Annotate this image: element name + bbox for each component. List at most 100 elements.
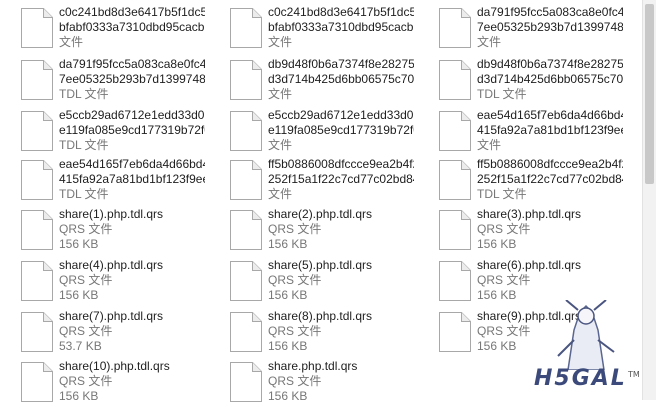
file-icon (20, 312, 54, 352)
file-type: TDL 文件 (59, 187, 109, 201)
scrollbar-thumb[interactable] (645, 4, 654, 184)
file-icon (20, 8, 54, 48)
file-type: QRS 文件 (268, 324, 322, 338)
file-name-cont: 415fa92a7a81bd1bf123f9eea9... (477, 123, 623, 137)
file-name: eae54d165f7eb6da4d66bd4711 (477, 108, 623, 122)
file-name: share(2).php.tdl.qrs (268, 207, 373, 221)
file-name-cont: 252f15a1f22c7cd77c02bd84d4... (477, 172, 623, 186)
file-icon (229, 8, 263, 48)
file-size: 156 KB (59, 237, 99, 251)
file-item[interactable]: da791f95fcc5a083ca8e0fc44624 7ee05325b29… (418, 5, 623, 55)
file-name-cont: d3d714b425d6bb06575c70e9... (268, 72, 414, 86)
file-item[interactable]: share(5).php.tdl.qrs QRS 文件 156 KB (209, 258, 414, 308)
file-item[interactable]: db9d48f0b6a7374f8e2827547b d3d714b425d6b… (418, 57, 623, 107)
file-name: e5ccb29ad6712e1edd33d025c1 (59, 108, 205, 122)
file-type: TDL 文件 (477, 87, 527, 101)
file-name-cont: 7ee05325b293b7d1399748f4d... (59, 72, 205, 86)
file-item[interactable]: share(9).php.tdl.qrs QRS 文件 156 KB (418, 309, 623, 359)
file-item[interactable]: share(10).php.tdl.qrs QRS 文件 156 KB (0, 359, 205, 409)
file-item[interactable]: share(4).php.tdl.qrs QRS 文件 156 KB (0, 258, 205, 308)
file-icon (229, 60, 263, 100)
file-item[interactable]: share(7).php.tdl.qrs QRS 文件 53.7 KB (0, 309, 205, 359)
file-item[interactable]: eae54d165f7eb6da4d66bd4711 415fa92a7a81b… (418, 108, 623, 158)
file-item[interactable]: c0c241bd8d3e6417b5f1dc58c50 bfabf0333a73… (0, 5, 205, 55)
file-type: TDL 文件 (59, 87, 109, 101)
file-name-cont: e119fa085e9cd177319b72f02e... (59, 123, 205, 137)
file-type: 文件 (477, 138, 502, 152)
file-icon (229, 210, 263, 250)
file-icon (20, 210, 54, 250)
file-name-cont: bfabf0333a7310dbd95cacbe6... (268, 20, 414, 34)
file-size: 156 KB (59, 288, 99, 302)
file-name-cont: e119fa085e9cd177319b72f02e... (268, 123, 414, 137)
file-name-cont: 7ee05325b293b7d1399748f4d... (477, 20, 623, 34)
file-name: eae54d165f7eb6da4d66bd4711 (59, 157, 205, 171)
file-type: QRS 文件 (268, 374, 322, 388)
file-name: share(8).php.tdl.qrs (268, 309, 373, 323)
file-type: 文件 (59, 35, 84, 49)
file-name: share(9).php.tdl.qrs (477, 309, 582, 323)
file-name-cont: 415fa92a7a81bd1bf123f9eea9... (59, 172, 205, 186)
file-item[interactable]: ff5b0886008dfccce9ea2b4f2db5 252f15a1f22… (418, 157, 623, 207)
file-icon (20, 261, 54, 301)
file-item[interactable]: share(1).php.tdl.qrs QRS 文件 156 KB (0, 207, 205, 257)
file-name: c0c241bd8d3e6417b5f1dc58c50 (268, 5, 414, 19)
file-name: ff5b0886008dfccce9ea2b4f2db5 (268, 157, 414, 171)
file-icon (438, 60, 472, 100)
file-icon (20, 111, 54, 151)
file-name: db9d48f0b6a7374f8e2827547b (268, 57, 414, 71)
file-name: share(1).php.tdl.qrs (59, 207, 164, 221)
file-type: QRS 文件 (59, 222, 113, 236)
vertical-scrollbar[interactable] (642, 0, 656, 400)
file-name: ff5b0886008dfccce9ea2b4f2db5 (477, 157, 623, 171)
file-type: 文件 (268, 138, 293, 152)
file-name: e5ccb29ad6712e1edd33d025c1 (268, 108, 414, 122)
file-icon (438, 210, 472, 250)
file-name: share.php.tdl.qrs (268, 359, 358, 373)
file-item[interactable]: share.php.tdl.qrs QRS 文件 156 KB (209, 359, 414, 409)
file-size: 156 KB (477, 288, 517, 302)
file-grid: c0c241bd8d3e6417b5f1dc58c50 bfabf0333a73… (0, 0, 642, 403)
file-size: 156 KB (59, 389, 99, 403)
file-item[interactable]: share(3).php.tdl.qrs QRS 文件 156 KB (418, 207, 623, 257)
file-name-cont: 252f15a1f22c7cd77c02bd84d4... (268, 172, 414, 186)
file-item[interactable]: share(2).php.tdl.qrs QRS 文件 156 KB (209, 207, 414, 257)
file-item[interactable]: ff5b0886008dfccce9ea2b4f2db5 252f15a1f22… (209, 157, 414, 207)
file-name-cont: bfabf0333a7310dbd95cacbe6... (59, 20, 205, 34)
file-type: 文件 (477, 35, 502, 49)
file-type: QRS 文件 (59, 273, 113, 287)
file-item[interactable]: share(8).php.tdl.qrs QRS 文件 156 KB (209, 309, 414, 359)
file-type: QRS 文件 (477, 222, 531, 236)
file-name: share(4).php.tdl.qrs (59, 258, 164, 272)
file-size: 53.7 KB (59, 339, 102, 353)
file-icon (229, 362, 263, 402)
file-name: share(5).php.tdl.qrs (268, 258, 373, 272)
file-type: 文件 (268, 187, 293, 201)
file-type: QRS 文件 (477, 324, 531, 338)
file-icon (438, 160, 472, 200)
file-item[interactable]: c0c241bd8d3e6417b5f1dc58c50 bfabf0333a73… (209, 5, 414, 55)
file-type: QRS 文件 (477, 273, 531, 287)
file-type: TDL 文件 (59, 138, 109, 152)
file-size: 156 KB (477, 339, 517, 353)
file-item[interactable]: da791f95fcc5a083ca8e0fc44624 7ee05325b29… (0, 57, 205, 107)
file-icon (229, 160, 263, 200)
file-name: da791f95fcc5a083ca8e0fc44624 (59, 57, 205, 71)
file-name: share(10).php.tdl.qrs (59, 359, 170, 373)
file-item[interactable]: e5ccb29ad6712e1edd33d025c1 e119fa085e9cd… (0, 108, 205, 158)
file-item[interactable]: e5ccb29ad6712e1edd33d025c1 e119fa085e9cd… (209, 108, 414, 158)
file-name-cont: d3d714b425d6bb06575c70e9... (477, 72, 623, 86)
file-type: 文件 (268, 87, 293, 101)
file-icon (438, 312, 472, 352)
file-size: 156 KB (268, 237, 308, 251)
file-item[interactable]: db9d48f0b6a7374f8e2827547b d3d714b425d6b… (209, 57, 414, 107)
file-size: 156 KB (477, 237, 517, 251)
file-item[interactable]: eae54d165f7eb6da4d66bd4711 415fa92a7a81b… (0, 157, 205, 207)
file-icon (229, 312, 263, 352)
file-type: QRS 文件 (268, 222, 322, 236)
file-icon (229, 111, 263, 151)
file-type: QRS 文件 (268, 273, 322, 287)
file-type: QRS 文件 (59, 324, 113, 338)
file-size: 156 KB (268, 389, 308, 403)
file-item[interactable]: share(6).php.tdl.qrs QRS 文件 156 KB (418, 258, 623, 308)
